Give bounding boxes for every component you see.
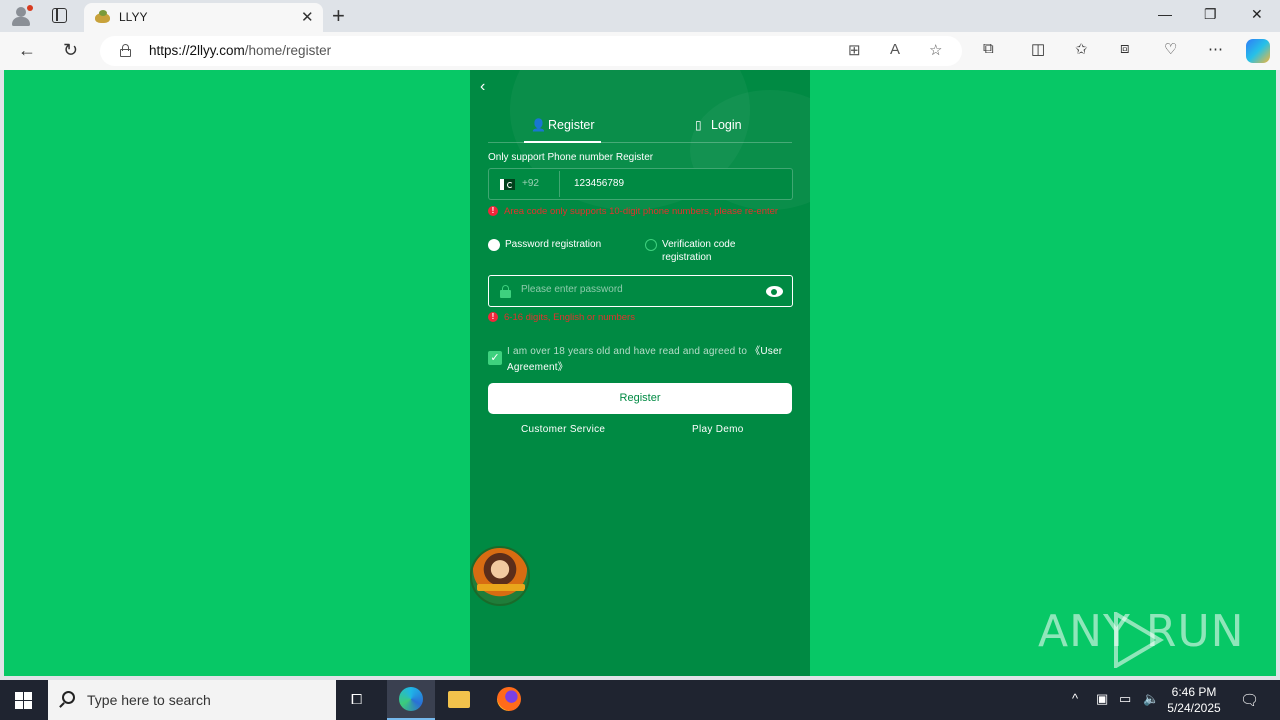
error-icon: ! <box>488 312 498 322</box>
anyrun-watermark: ANY RUN <box>1038 606 1245 657</box>
password-registration-label: Password registration <box>505 239 602 250</box>
split-screen-icon[interactable]: ◫ <box>1031 40 1045 58</box>
phone-hint: Only support Phone number Register <box>488 152 654 163</box>
floating-avatar[interactable] <box>470 546 530 606</box>
show-password-eye-icon[interactable] <box>766 286 783 297</box>
tab-actions-icon[interactable] <box>52 8 67 23</box>
site-favicon-icon <box>95 10 111 24</box>
show-hidden-icons-icon[interactable]: ^ <box>1072 691 1078 706</box>
file-explorer-icon[interactable] <box>435 680 483 720</box>
auth-tabs: 👤 Register ▯ Login <box>488 114 792 143</box>
tab-title: LLYY <box>119 10 148 24</box>
notifications-icon[interactable]: 🗨 <box>1240 691 1259 709</box>
app-available-icon[interactable]: ⊞ <box>848 41 861 59</box>
agreement-checkbox[interactable]: ✓ <box>488 351 502 365</box>
back-arrow-icon[interactable]: ‹ <box>480 78 485 96</box>
clock-date: 5/24/2025 <box>1167 701 1221 715</box>
lock-icon <box>500 285 511 298</box>
agreement-text: I am over 18 years old and have read and… <box>507 344 797 376</box>
address-toolbar: ← ↻ https://2llyy.com/home/register ⊞ A … <box>0 32 1280 70</box>
user-icon: 👤 <box>531 118 546 132</box>
windows-taskbar: Type here to search ⧠ ^ ▣ ▭ 🔈 6:46 PM 5/… <box>0 680 1280 720</box>
network-icon[interactable]: ▭ <box>1119 691 1131 707</box>
favorites-icon[interactable]: ✩ <box>1075 40 1088 58</box>
agreement-statement: I am over 18 years old and have read and… <box>507 346 748 357</box>
collections-icon[interactable]: ⧈ <box>1120 40 1130 57</box>
code-circle-icon <box>645 239 657 251</box>
tab-login-label: Login <box>711 118 742 132</box>
tab-register-label: Register <box>548 118 595 132</box>
password-input[interactable] <box>521 284 751 295</box>
clock[interactable]: 6:46 PM 5/24/2025 <box>1158 684 1230 716</box>
meet-now-icon[interactable]: ▣ <box>1096 691 1108 707</box>
divider <box>559 171 560 197</box>
task-view-icon[interactable]: ⧠ <box>336 680 384 720</box>
profile-icon[interactable] <box>10 5 33 26</box>
firefox-icon[interactable] <box>485 680 533 720</box>
tab-register[interactable]: 👤 Register <box>524 114 601 143</box>
tab-login[interactable]: ▯ Login <box>695 114 755 143</box>
lock-icon <box>120 44 131 57</box>
url-text: https://2llyy.com/home/register <box>149 43 332 58</box>
lock-circle-icon <box>488 239 500 251</box>
volume-icon[interactable]: 🔈 <box>1143 691 1159 707</box>
door-icon: ▯ <box>695 118 702 132</box>
favorite-star-icon[interactable]: ☆ <box>929 41 942 59</box>
copilot-icon[interactable] <box>1246 39 1270 63</box>
clock-time: 6:46 PM <box>1171 685 1217 699</box>
more-menu-icon[interactable]: ⋯ <box>1208 40 1223 58</box>
play-demo-link[interactable]: Play Demo <box>692 424 744 435</box>
page-viewport: ‹ 👤 Register ▯ Login Only support Phone … <box>4 70 1276 676</box>
back-icon[interactable]: ← <box>18 40 36 61</box>
browser-essentials-icon[interactable]: ♡ <box>1164 40 1177 58</box>
verification-registration-label: Verification code registration <box>662 239 736 263</box>
country-code[interactable]: +92 <box>522 178 539 189</box>
password-error: ! 6-16 digits, English or numbers <box>488 312 788 326</box>
pakistan-flag-icon <box>500 179 515 190</box>
customer-service-link[interactable]: Customer Service <box>521 424 605 435</box>
taskbar-search[interactable]: Type here to search <box>48 680 336 720</box>
phone-input-group[interactable]: +92 123456789 <box>488 168 793 200</box>
edge-taskbar-icon[interactable] <box>387 680 435 720</box>
minimize-icon[interactable]: — <box>1158 6 1172 22</box>
close-tab-icon[interactable]: ✕ <box>301 8 314 26</box>
search-icon <box>62 691 75 704</box>
phone-error: ! Area code only supports 10-digit phone… <box>488 206 788 232</box>
windows-start-icon[interactable] <box>15 692 32 709</box>
read-aloud-icon[interactable]: A <box>890 41 900 58</box>
error-icon: ! <box>488 206 498 216</box>
phone-input[interactable]: 123456789 <box>574 178 624 189</box>
register-button[interactable]: Register <box>488 383 792 414</box>
taskbar-search-placeholder: Type here to search <box>87 692 211 708</box>
browser-tab-bar: LLYY ✕ + — ❐ ✕ <box>0 0 1280 32</box>
register-panel: ‹ 👤 Register ▯ Login Only support Phone … <box>470 70 810 676</box>
browser-tab[interactable]: LLYY ✕ <box>84 3 323 32</box>
password-input-group[interactable] <box>488 275 793 307</box>
refresh-icon[interactable]: ↻ <box>63 40 78 61</box>
address-bar[interactable]: https://2llyy.com/home/register ⊞ A ☆ <box>100 36 962 66</box>
new-tab-icon[interactable]: + <box>332 3 345 29</box>
phone-error-text: Area code only supports 10-digit phone n… <box>504 206 779 217</box>
restore-icon[interactable]: ❐ <box>1204 6 1217 23</box>
close-window-icon[interactable]: ✕ <box>1251 6 1263 23</box>
password-error-text: 6-16 digits, English or numbers <box>504 312 635 323</box>
extensions-icon[interactable]: ⧉ <box>983 40 994 57</box>
